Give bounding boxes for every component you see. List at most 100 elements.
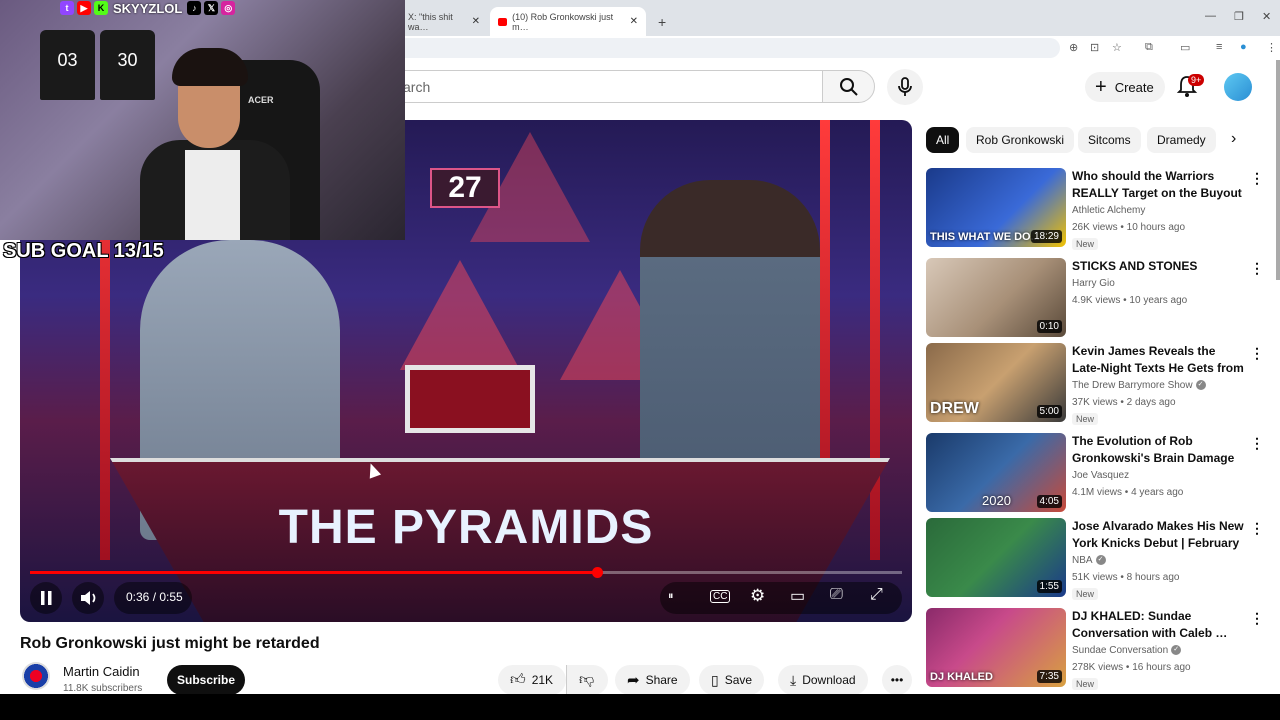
- streamer-shirt: [185, 150, 240, 240]
- stage-light: [870, 120, 880, 560]
- dislike-button[interactable]: 👎︎: [566, 665, 608, 695]
- recommendation-channel[interactable]: NBA ✓: [1072, 555, 1106, 566]
- install-icon[interactable]: ⊡: [1090, 41, 1099, 54]
- play-pause-button[interactable]: [30, 582, 62, 614]
- chip-dramedy[interactable]: Dramedy: [1147, 127, 1216, 153]
- tab-x-post[interactable]: X: "this shit wa… ✕: [400, 7, 488, 36]
- profile-icon[interactable]: ●: [1240, 41, 1247, 53]
- video-thumbnail[interactable]: 0:10: [926, 258, 1066, 337]
- recommendation-channel[interactable]: The Drew Barrymore Show ✓: [1072, 380, 1206, 391]
- chip-rob-gronkowski[interactable]: Rob Gronkowski: [966, 127, 1075, 153]
- minimize-icon[interactable]: —: [1205, 10, 1216, 22]
- tiktok-icon: ♪: [187, 1, 202, 15]
- progress-scrubber[interactable]: [591, 567, 603, 578]
- screen: X: "this shit wa… ✕ (10) Rob Gronkowski …: [0, 0, 1280, 720]
- recommendation-title[interactable]: STICKS AND STONES: [1072, 258, 1244, 275]
- recommendation-title[interactable]: Jose Alvarado Makes His New York Knicks …: [1072, 518, 1244, 552]
- more-options-icon[interactable]: ⋮: [1250, 610, 1264, 627]
- captions-icon[interactable]: CC: [710, 590, 731, 603]
- autoplay-toggle[interactable]: ⏸: [668, 590, 674, 603]
- media-icon[interactable]: ≡: [1216, 41, 1222, 53]
- bookmark-star-icon[interactable]: ☆: [1112, 41, 1122, 54]
- subscribe-button[interactable]: Subscribe: [167, 665, 245, 695]
- more-actions-button[interactable]: •••: [882, 665, 912, 695]
- recommendation-item[interactable]: THIS WHAT WE DO... 18:29 Who should the …: [926, 168, 1266, 250]
- recommendation-channel[interactable]: Joe Vasquez: [1072, 470, 1129, 481]
- cast-icon[interactable]: ▭: [1180, 41, 1190, 54]
- close-window-icon[interactable]: ✕: [1262, 10, 1271, 23]
- more-options-icon[interactable]: ⋮: [1250, 260, 1264, 277]
- video-duration: 0:10: [1036, 320, 1062, 333]
- subscriber-count: 11.8K subscribers: [63, 683, 143, 694]
- close-icon[interactable]: ✕: [630, 16, 638, 27]
- search-icon: [839, 77, 858, 96]
- recommendation-item[interactable]: 0:10 STICKS AND STONES Harry Gio 4.9K vi…: [926, 258, 1266, 338]
- voice-search-button[interactable]: [887, 69, 923, 105]
- extensions-icon[interactable]: ⧉: [1145, 41, 1153, 54]
- x-icon: 𝕏: [204, 1, 219, 15]
- tab-youtube[interactable]: (10) Rob Gronkowski just m… ✕: [490, 7, 646, 36]
- restore-icon[interactable]: ❐: [1234, 10, 1244, 23]
- chip-all[interactable]: All: [926, 127, 960, 153]
- jersey: 03: [40, 30, 95, 100]
- cast-icon[interactable]: ⎚: [830, 586, 843, 604]
- recommendation-channel[interactable]: Athletic Alchemy: [1072, 205, 1145, 216]
- fullscreen-icon[interactable]: ⤢: [870, 586, 883, 604]
- stage-triangle: [400, 260, 520, 370]
- notifications-badge: 9+: [1188, 74, 1205, 86]
- video-duration: 5:00: [1036, 405, 1062, 418]
- streamer-hair: [172, 48, 248, 86]
- video-thumbnail[interactable]: 2020 4:05: [926, 433, 1066, 512]
- share-button[interactable]: ➦ Share: [615, 665, 690, 695]
- channel-label: NBA: [1072, 555, 1093, 566]
- sub-goal-text: SUB GOAL 13/15: [3, 240, 164, 262]
- video-duration: 18:29: [1030, 230, 1062, 243]
- download-icon: ⤓: [790, 671, 797, 688]
- save-button[interactable]: ▯ Save: [699, 665, 765, 695]
- address-bar[interactable]: [300, 38, 1060, 58]
- more-options-icon[interactable]: ⋮: [1250, 170, 1264, 187]
- search-button[interactable]: [822, 70, 875, 103]
- recommendation-title[interactable]: DJ KHALED: Sundae Conversation with Cale…: [1072, 608, 1244, 642]
- settings-gear-icon[interactable]: ⚙: [750, 586, 765, 606]
- new-tab-button[interactable]: +: [650, 7, 674, 36]
- thumbs-up-icon: 👍︎: [510, 671, 526, 688]
- channel-name[interactable]: Martin Caidin: [63, 664, 140, 679]
- recommendation-title[interactable]: Kevin James Reveals the Late-Night Texts…: [1072, 343, 1244, 377]
- recommendation-channel[interactable]: Sundae Conversation ✓: [1072, 645, 1182, 656]
- channel-avatar[interactable]: [22, 662, 50, 690]
- video-thumbnail[interactable]: DREW 5:00: [926, 343, 1066, 422]
- chair-logo: ACER: [248, 95, 274, 105]
- video-thumbnail[interactable]: DJ KHALED 7:35: [926, 608, 1066, 687]
- youtube-icon: ▶: [77, 1, 91, 15]
- close-icon[interactable]: ✕: [472, 16, 480, 27]
- new-badge: New: [1072, 238, 1099, 250]
- thumbnail-text: DREW: [930, 400, 979, 417]
- video-duration: 1:55: [1036, 580, 1062, 593]
- more-options-icon[interactable]: ⋮: [1250, 520, 1264, 537]
- recommendation-title[interactable]: The Evolution of Rob Gronkowski's Brain …: [1072, 433, 1244, 467]
- recommendation-item[interactable]: 2020 4:05 The Evolution of Rob Gronkowsk…: [926, 433, 1266, 513]
- like-button[interactable]: 👍︎ 21K: [498, 665, 566, 695]
- download-button[interactable]: ⤓ Download: [778, 665, 868, 695]
- theater-mode-icon[interactable]: ▭: [790, 586, 805, 606]
- video-thumbnail[interactable]: THIS WHAT WE DO... 18:29: [926, 168, 1066, 247]
- video-thumbnail[interactable]: 1:55: [926, 518, 1066, 597]
- chevron-right-icon[interactable]: ›: [1231, 130, 1236, 148]
- volume-button[interactable]: [72, 582, 104, 614]
- recommendation-channel[interactable]: Harry Gio: [1072, 278, 1115, 289]
- create-button[interactable]: + Create: [1085, 72, 1165, 102]
- account-avatar[interactable]: [1224, 73, 1252, 101]
- recommendation-meta: 37K views • 2 days ago: [1072, 397, 1176, 408]
- menu-icon[interactable]: ⋮: [1266, 41, 1277, 54]
- video-duration: 4:05: [1036, 495, 1062, 508]
- recommendation-item[interactable]: DJ KHALED 7:35 DJ KHALED: Sundae Convers…: [926, 608, 1266, 690]
- more-options-icon[interactable]: ⋮: [1250, 345, 1264, 362]
- recommendation-item[interactable]: 1:55 Jose Alvarado Makes His New York Kn…: [926, 518, 1266, 600]
- chip-sitcoms[interactable]: Sitcoms: [1078, 127, 1141, 153]
- zoom-icon[interactable]: ⊕: [1069, 41, 1078, 54]
- more-options-icon[interactable]: ⋮: [1250, 435, 1264, 452]
- recommendation-item[interactable]: DREW 5:00 Kevin James Reveals the Late-N…: [926, 343, 1266, 425]
- page-scrollbar[interactable]: [1276, 60, 1280, 280]
- recommendation-title[interactable]: Who should the Warriors REALLY Target on…: [1072, 168, 1244, 202]
